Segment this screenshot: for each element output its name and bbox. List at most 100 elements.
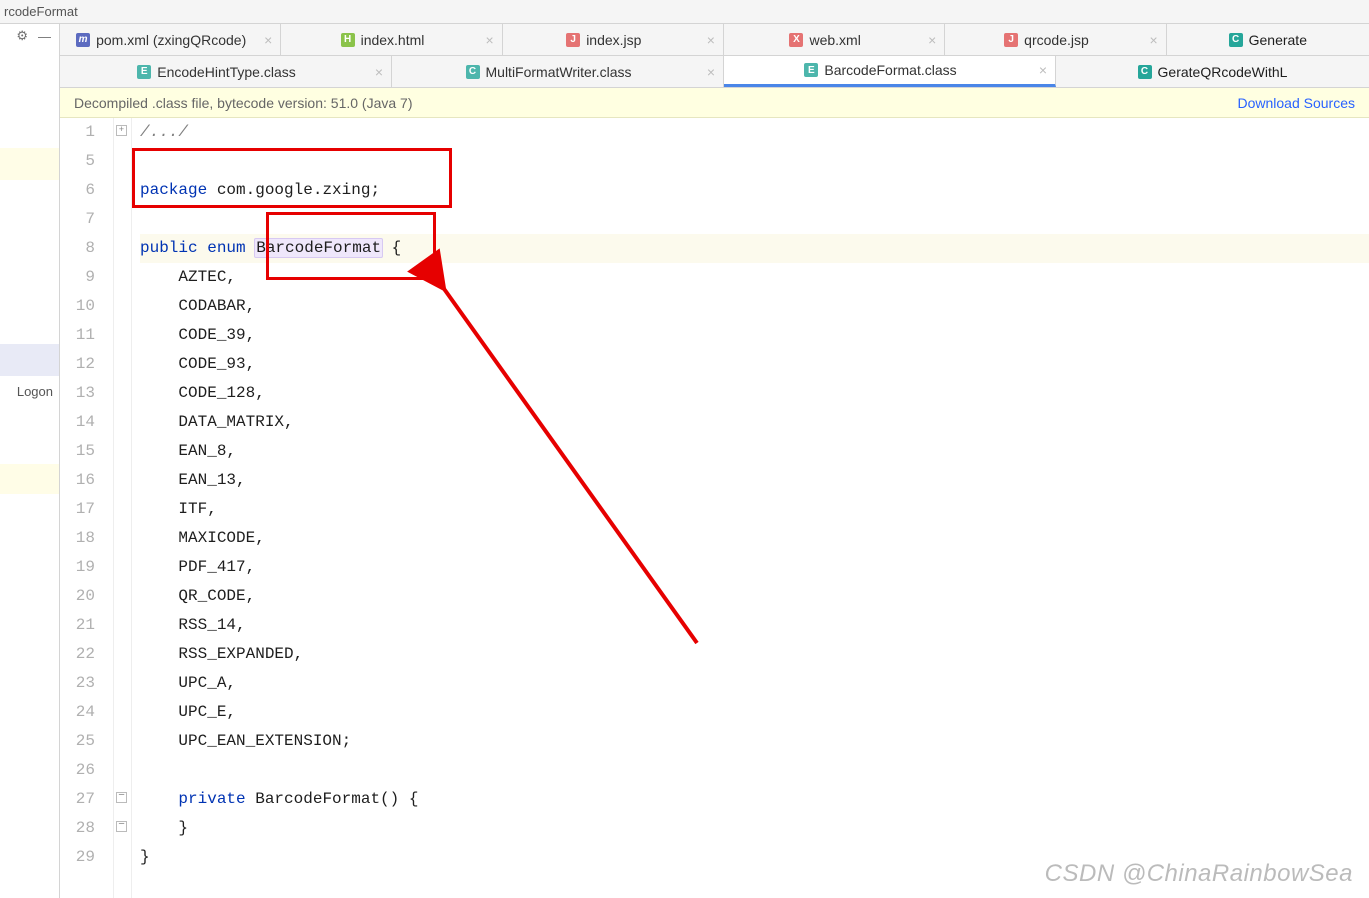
- enum-value: RSS_14,: [178, 616, 245, 634]
- line-number: 1: [60, 118, 95, 147]
- class-icon: C: [1229, 33, 1243, 47]
- tab-label: index.jsp: [586, 32, 641, 48]
- enum-value: UPC_A,: [178, 674, 236, 692]
- line-number: 22: [60, 640, 95, 669]
- package-name: com.google.zxing;: [207, 181, 380, 199]
- tab-label: Generate: [1249, 32, 1307, 48]
- tab-label: pom.xml (zxingQRcode): [96, 32, 246, 48]
- panel-toolbar: ⚙ —: [0, 24, 59, 48]
- line-number: 14: [60, 408, 95, 437]
- enum-value: PDF_417,: [178, 558, 255, 576]
- tab-pom-xml[interactable]: m pom.xml (zxingQRcode) ×: [60, 24, 281, 55]
- class-icon: E: [137, 65, 151, 79]
- enum-value: DATA_MATRIX,: [178, 413, 293, 431]
- line-number: 16: [60, 466, 95, 495]
- download-sources-link[interactable]: Download Sources: [1237, 95, 1355, 111]
- line-number: 28: [60, 814, 95, 843]
- enum-value: EAN_13,: [178, 471, 245, 489]
- tab-label: BarcodeFormat.class: [824, 62, 956, 78]
- code-content[interactable]: /.../ package com.google.zxing; public e…: [132, 118, 1369, 898]
- fold-collapse-icon[interactable]: −: [116, 821, 127, 832]
- line-number: 19: [60, 553, 95, 582]
- tab-web-xml[interactable]: X web.xml ×: [724, 24, 945, 55]
- tab-gerateqrcode[interactable]: C GerateQRcodeWithL: [1056, 56, 1369, 87]
- class-icon: E: [804, 63, 818, 77]
- line-gutter: 1 5 6 7 8 9 10 11 12 13 14 15 16 17 18 1…: [60, 118, 114, 898]
- panel-highlight: [0, 148, 59, 180]
- enum-value: UPC_E,: [178, 703, 236, 721]
- enum-value: MAXICODE,: [178, 529, 264, 547]
- keyword-package: package: [140, 181, 207, 199]
- panel-highlight: [0, 464, 59, 494]
- enum-value: QR_CODE,: [178, 587, 255, 605]
- editor-area: m pom.xml (zxingQRcode) × H index.html ×…: [60, 24, 1369, 898]
- tab-index-html[interactable]: H index.html ×: [281, 24, 502, 55]
- jsp-icon: J: [566, 33, 580, 47]
- line-number: 23: [60, 669, 95, 698]
- panel-item-text[interactable]: Logon: [17, 384, 53, 399]
- editor-tabs-row1: m pom.xml (zxingQRcode) × H index.html ×…: [60, 24, 1369, 56]
- tab-label: MultiFormatWriter.class: [486, 64, 632, 80]
- tab-encodehint[interactable]: E EncodeHintType.class ×: [60, 56, 392, 87]
- banner-text: Decompiled .class file, bytecode version…: [74, 95, 413, 111]
- keyword-public: public: [140, 239, 198, 257]
- tab-label: qrcode.jsp: [1024, 32, 1089, 48]
- enum-value: CODE_128,: [178, 384, 264, 402]
- tab-label: GerateQRcodeWithL: [1158, 64, 1288, 80]
- tab-qrcode-jsp[interactable]: J qrcode.jsp ×: [945, 24, 1166, 55]
- close-icon[interactable]: ×: [485, 33, 493, 47]
- tab-multiformatwriter[interactable]: C MultiFormatWriter.class ×: [392, 56, 724, 87]
- line-number: 12: [60, 350, 95, 379]
- enum-value: ITF,: [178, 500, 216, 518]
- keyword-private: private: [178, 790, 245, 808]
- tab-label: web.xml: [809, 32, 860, 48]
- main-layout: ⚙ — Logon m pom.xml (zxingQRcode) × H in…: [0, 24, 1369, 898]
- tab-barcodeformat[interactable]: E BarcodeFormat.class ×: [724, 56, 1056, 87]
- tab-label: EncodeHintType.class: [157, 64, 296, 80]
- keyword-enum: enum: [198, 239, 256, 257]
- close-icon[interactable]: ×: [707, 33, 715, 47]
- enum-value: EAN_8,: [178, 442, 236, 460]
- enum-value: CODE_93,: [178, 355, 255, 373]
- brace-close: }: [140, 819, 188, 837]
- line-number: 17: [60, 495, 95, 524]
- tab-index-jsp[interactable]: J index.jsp ×: [503, 24, 724, 55]
- fold-collapse-icon[interactable]: −: [116, 792, 127, 803]
- line-number: 25: [60, 727, 95, 756]
- class-icon: C: [1138, 65, 1152, 79]
- gear-icon[interactable]: ⚙: [16, 28, 28, 44]
- brace-close: }: [140, 848, 150, 866]
- editor-tabs-row2: E EncodeHintType.class × C MultiFormatWr…: [60, 56, 1369, 88]
- fold-expand-icon[interactable]: +: [116, 125, 127, 136]
- line-number: 26: [60, 756, 95, 785]
- fold-column: + − −: [114, 118, 132, 898]
- tab-generate[interactable]: C Generate: [1167, 24, 1369, 55]
- close-icon[interactable]: ×: [1039, 63, 1047, 77]
- close-icon[interactable]: ×: [375, 65, 383, 79]
- line-number: 10: [60, 292, 95, 321]
- line-number: 20: [60, 582, 95, 611]
- enum-value: CODE_39,: [178, 326, 255, 344]
- constructor: BarcodeFormat() {: [246, 790, 419, 808]
- close-icon[interactable]: ×: [707, 65, 715, 79]
- jsp-icon: J: [1004, 33, 1018, 47]
- line-number: 13: [60, 379, 95, 408]
- class-icon: C: [466, 65, 480, 79]
- tab-label: index.html: [361, 32, 425, 48]
- line-number: 27: [60, 785, 95, 814]
- enum-value: UPC_EAN_EXTENSION;: [178, 732, 351, 750]
- enum-name: BarcodeFormat: [254, 238, 383, 258]
- enum-value: CODABAR,: [178, 297, 255, 315]
- maven-icon: m: [76, 33, 90, 47]
- close-icon[interactable]: ×: [928, 33, 936, 47]
- html-icon: H: [341, 33, 355, 47]
- line-number: 6: [60, 176, 95, 205]
- minimize-icon[interactable]: —: [38, 29, 51, 44]
- code-editor[interactable]: 1 5 6 7 8 9 10 11 12 13 14 15 16 17 18 1…: [60, 118, 1369, 898]
- window-title-text: rcodeFormat: [4, 4, 78, 19]
- watermark: CSDN @ChinaRainbowSea: [1045, 860, 1353, 888]
- close-icon[interactable]: ×: [264, 33, 272, 47]
- enum-value: AZTEC,: [178, 268, 236, 286]
- close-icon[interactable]: ×: [1149, 33, 1157, 47]
- panel-selection: [0, 344, 59, 376]
